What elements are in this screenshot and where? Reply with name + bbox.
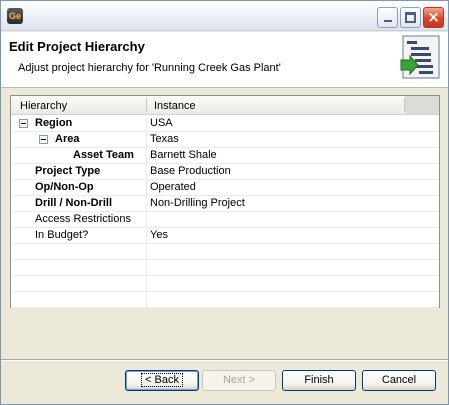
table-row[interactable]: Region USA bbox=[11, 116, 439, 132]
table-row[interactable]: Access Restrictions bbox=[11, 212, 439, 228]
table-row[interactable]: Project Type Base Production bbox=[11, 164, 439, 180]
cell-divider bbox=[146, 244, 147, 260]
table-body: Region USA Area Texas Asset Team Barnett Shal… bbox=[11, 116, 439, 308]
page-title: Edit Project Hierarchy bbox=[9, 39, 145, 54]
hierarchy-label: Region bbox=[35, 117, 73, 129]
hierarchy-label: Drill / Non-Drill bbox=[35, 197, 112, 209]
cell-divider bbox=[146, 292, 147, 308]
hierarchy-table[interactable]: Hierarchy Instance Region USA Area Texas Ass… bbox=[10, 95, 440, 308]
finish-button[interactable]: Finish bbox=[282, 370, 356, 391]
footer-separator bbox=[1, 359, 448, 361]
hierarchy-label: Area bbox=[55, 133, 80, 145]
app-icon: Ge bbox=[7, 8, 23, 24]
hierarchy-label: Project Type bbox=[35, 165, 101, 177]
close-button[interactable]: × bbox=[423, 7, 444, 28]
table-header: Hierarchy Instance bbox=[11, 96, 439, 115]
column-divider[interactable] bbox=[146, 98, 147, 112]
hierarchy-wizard-icon bbox=[400, 35, 440, 79]
hierarchy-label: Asset Team bbox=[73, 149, 134, 161]
hierarchy-label: Op/Non-Op bbox=[35, 181, 94, 193]
cell-divider bbox=[146, 276, 147, 292]
instance-value[interactable]: USA bbox=[150, 117, 173, 129]
minimize-icon bbox=[384, 20, 392, 22]
hierarchy-label: In Budget? bbox=[35, 229, 89, 241]
table-row[interactable] bbox=[11, 244, 439, 260]
column-header-filler bbox=[405, 96, 439, 114]
hierarchy-label: Access Restrictions bbox=[35, 213, 131, 225]
table-row[interactable]: Drill / Non-Drill Non-Drilling Project bbox=[11, 196, 439, 212]
cell-divider bbox=[146, 180, 147, 196]
page-subtitle: Adjust project hierarchy for 'Running Cr… bbox=[18, 62, 281, 74]
cell-divider bbox=[146, 116, 147, 132]
cell-divider bbox=[146, 228, 147, 244]
cell-divider bbox=[146, 132, 147, 148]
cell-divider bbox=[146, 212, 147, 228]
table-row[interactable] bbox=[11, 292, 439, 308]
instance-value[interactable]: Barnett Shale bbox=[150, 149, 217, 161]
collapse-toggle-icon[interactable] bbox=[19, 119, 28, 128]
cell-divider bbox=[146, 196, 147, 212]
cell-divider bbox=[146, 148, 147, 164]
table-row[interactable]: Asset Team Barnett Shale bbox=[11, 148, 439, 164]
back-button-label: < Back bbox=[141, 373, 183, 387]
instance-value[interactable]: Yes bbox=[150, 229, 168, 241]
instance-value[interactable]: Non-Drilling Project bbox=[150, 197, 245, 209]
cancel-button[interactable]: Cancel bbox=[362, 370, 436, 391]
instance-value[interactable]: Base Production bbox=[150, 165, 231, 177]
table-row[interactable]: In Budget? Yes bbox=[11, 228, 439, 244]
table-row[interactable]: Area Texas bbox=[11, 132, 439, 148]
dialog-window: Ge × Edit Project Hierarchy Adjust proje… bbox=[0, 0, 449, 405]
back-button[interactable]: < Back bbox=[125, 370, 199, 391]
table-row[interactable] bbox=[11, 260, 439, 276]
maximize-button[interactable] bbox=[400, 7, 421, 28]
instance-value[interactable]: Texas bbox=[150, 133, 179, 145]
table-row[interactable]: Op/Non-Op Operated bbox=[11, 180, 439, 196]
instance-value[interactable]: Operated bbox=[150, 181, 196, 193]
column-header-hierarchy[interactable]: Hierarchy bbox=[20, 100, 67, 112]
table-row[interactable] bbox=[11, 276, 439, 292]
maximize-icon bbox=[405, 12, 416, 23]
collapse-toggle-icon[interactable] bbox=[39, 135, 48, 144]
cell-divider bbox=[146, 164, 147, 180]
cell-divider bbox=[146, 260, 147, 276]
title-bar[interactable]: Ge × bbox=[1, 1, 448, 31]
next-button[interactable]: Next > bbox=[202, 370, 276, 391]
wizard-header: Edit Project Hierarchy Adjust project hi… bbox=[1, 32, 448, 88]
close-icon: × bbox=[427, 8, 440, 26]
column-header-instance[interactable]: Instance bbox=[154, 100, 196, 112]
minimize-button[interactable] bbox=[377, 7, 398, 28]
